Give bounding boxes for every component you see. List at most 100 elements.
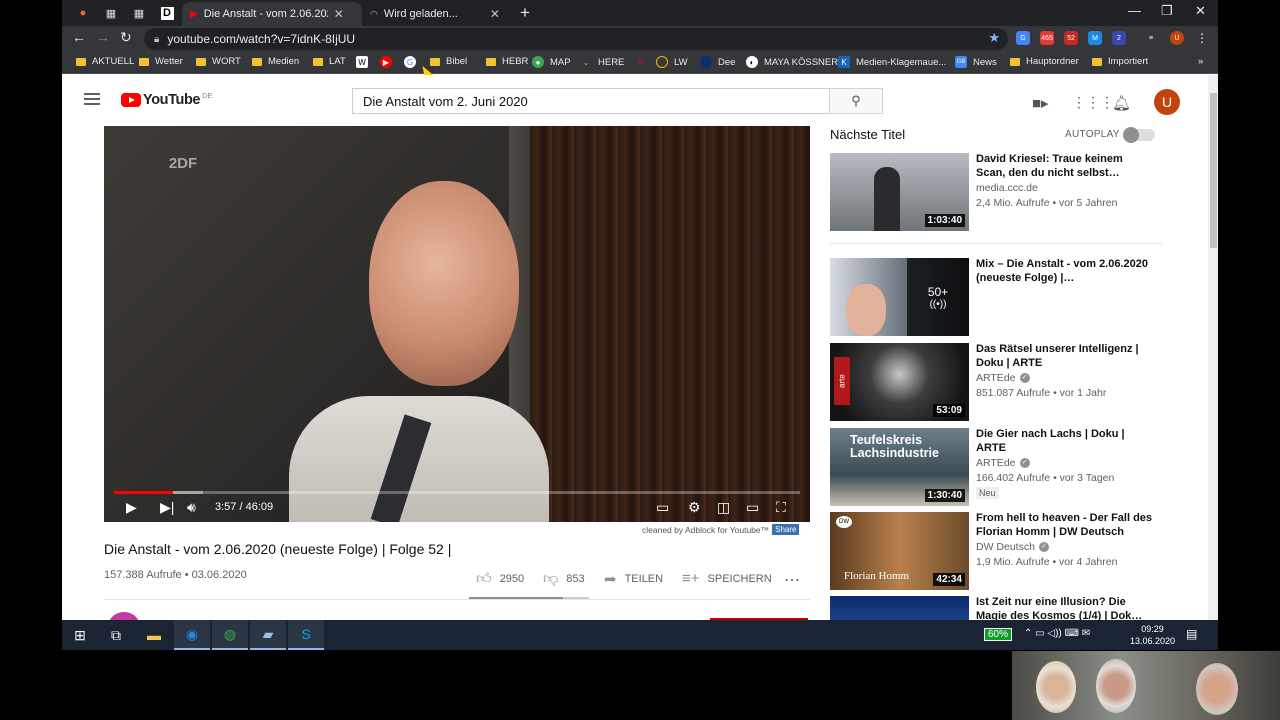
video-thumbnail[interactable]: Teufelskreis Lachsindustrie 1:30:40 <box>830 428 969 506</box>
miniplayer-icon[interactable]: ◫ <box>717 499 730 516</box>
notifications-bell-icon[interactable]: 🔔︎ <box>1112 94 1131 112</box>
apps-grid-icon[interactable]: ⋮⋮⋮ <box>1072 94 1114 111</box>
pinned-tab-3[interactable]: ▦ <box>128 4 150 22</box>
bookmark-item[interactable]: HEBR <box>486 56 528 67</box>
avatar[interactable]: U <box>1154 89 1180 115</box>
bookmark-star-icon[interactable]: ★ <box>988 30 1000 46</box>
video-thumbnail[interactable]: DW Florian Homm 42:34 <box>830 512 969 590</box>
bookmark-item[interactable]: AKTUELL <box>76 56 134 67</box>
notification-center-icon[interactable]: ▤ <box>1186 627 1197 641</box>
extension-badge-icon[interactable]: 465 <box>1040 31 1054 45</box>
progress-bar[interactable] <box>114 491 800 494</box>
bookmark-item[interactable]: G <box>404 56 422 68</box>
address-bar[interactable]: 🔒︎ youtube.com/watch?v=7idnK-8IjUU ★ <box>144 28 1008 50</box>
maximize-icon[interactable]: ❐ <box>1161 3 1173 19</box>
more-actions-icon[interactable]: ⋯ <box>784 570 800 590</box>
reading-list-icon[interactable]: ≡ <box>1144 31 1158 45</box>
recommendation-item[interactable]: DW Florian Homm 42:34 From hell to heave… <box>830 512 1160 592</box>
bookmark-item[interactable]: LAT <box>313 56 346 67</box>
bookmark-item[interactable]: Bibel <box>430 56 467 67</box>
youtube-logo[interactable]: YouTube DE <box>121 91 213 108</box>
dislike-button[interactable]: 👎︎ 853 <box>543 570 585 588</box>
adblock-share-button[interactable]: Share <box>772 524 800 535</box>
forward-icon[interactable]: → <box>96 29 110 45</box>
video-thumbnail[interactable] <box>830 596 969 620</box>
pinned-tab-1[interactable]: ● <box>72 4 94 22</box>
video-thumbnail[interactable]: 50+ ((•)) <box>830 258 969 336</box>
hamburger-menu-icon[interactable] <box>84 93 100 105</box>
recommendation-title[interactable]: Das Rätsel unserer Intelligenz | Doku | … <box>976 343 1154 370</box>
theater-mode-icon[interactable]: ▭ <box>746 499 759 516</box>
chrome-icon[interactable]: ◍ <box>212 620 248 650</box>
video-thumbnail[interactable]: arte 53:09 <box>830 343 969 421</box>
close-tab-icon[interactable]: ✕ <box>490 7 500 21</box>
bookmark-item[interactable]: N <box>635 56 653 68</box>
profile-icon[interactable]: U <box>1170 31 1184 45</box>
channel-name[interactable]: ARTEde ✓ <box>976 457 1030 469</box>
channel-name[interactable]: ARTEde ✓ <box>976 372 1030 384</box>
notes-app-icon[interactable]: ▰ <box>250 620 286 650</box>
recommendation-item[interactable]: Teufelskreis Lachsindustrie 1:30:40 Die … <box>830 428 1160 508</box>
minimize-icon[interactable]: — <box>1128 3 1141 18</box>
settings-gear-icon[interactable]: ⚙ <box>688 499 701 516</box>
extension-icon[interactable]: 2 <box>1112 31 1126 45</box>
close-tab-icon[interactable]: ✕ <box>334 7 344 21</box>
search-input[interactable]: Die Anstalt vom 2. Juni 2020 <box>352 88 830 114</box>
bookmark-item[interactable]: ● MAP <box>532 56 571 68</box>
bookmark-item[interactable]: WORT <box>196 56 241 67</box>
subtitles-icon[interactable]: ▭ <box>656 499 669 516</box>
video-player[interactable]: 2DF ▶ ▶| 🔊︎ 3:57 / 46:09 ▭ ⚙ ◫ ▭ ⛶ <box>104 126 810 522</box>
tab-youtube[interactable]: ▶ Die Anstalt - vom 2.06.2020 (neu ✕ <box>182 2 362 26</box>
recommendation-title[interactable]: Mix – Die Anstalt - vom 2.06.2020 (neues… <box>976 258 1154 285</box>
bookmark-item[interactable]: Dee <box>700 56 735 68</box>
recommendation-title[interactable]: From hell to heaven - Der Fall des Flori… <box>976 512 1154 539</box>
like-button[interactable]: 👍︎ 2950 <box>476 570 524 588</box>
close-window-icon[interactable]: ✕ <box>1195 3 1206 19</box>
file-explorer-icon[interactable]: ▬ <box>136 620 172 650</box>
back-icon[interactable]: ← <box>72 29 86 45</box>
search-button[interactable]: ⚲ <box>829 88 883 114</box>
extension-badge-icon[interactable]: 52 <box>1064 31 1078 45</box>
bookmark-item[interactable]: ◐ MAYA KÖSSNER <box>746 56 838 68</box>
save-button[interactable]: ≡+ SPEICHERN <box>682 570 772 587</box>
bookmark-item[interactable]: Medien <box>252 56 299 67</box>
page-scrollbar[interactable] <box>1208 75 1218 620</box>
recommendation-title[interactable]: Die Gier nach Lachs | Doku | ARTE <box>976 428 1154 455</box>
pinned-tab-4[interactable]: D <box>156 4 178 22</box>
recommendation-item[interactable]: 50+ ((•)) Mix – Die Anstalt - vom 2.06.2… <box>830 258 1160 338</box>
bookmark-item[interactable]: LW <box>656 56 688 68</box>
skype-icon[interactable]: S <box>288 620 324 650</box>
new-tab-icon[interactable]: + <box>520 3 530 23</box>
recommendation-item[interactable]: 1:03:40 David Kriesel: Traue keinem Scan… <box>830 153 1160 233</box>
bookmark-item[interactable]: Wetter <box>139 56 183 67</box>
task-view-icon[interactable]: ⧉ <box>98 620 134 650</box>
volume-icon[interactable]: 🔊︎ <box>187 499 196 516</box>
bookmark-item[interactable]: Hauptordner <box>1010 56 1079 67</box>
tray-icons[interactable]: ⌃ ▭ ◁)) ⌨ ✉ <box>1024 628 1090 639</box>
extension-icon[interactable]: M <box>1088 31 1102 45</box>
system-clock[interactable]: 09:29 13.06.2020 <box>1130 623 1175 647</box>
tab-loading[interactable]: ◠ Wird geladen... ✕ <box>362 2 512 26</box>
reload-icon[interactable]: ↻ <box>120 29 132 46</box>
fullscreen-icon[interactable]: ⛶ <box>776 499 786 516</box>
next-icon[interactable]: ▶| <box>160 499 174 516</box>
recommendation-item[interactable]: Ist Zeit nur eine Illusion? Die Magie de… <box>830 596 1160 620</box>
bookmark-item[interactable]: ⌄ HERE <box>580 56 625 68</box>
share-button[interactable]: ➦ TEILEN <box>604 570 663 588</box>
windows-start-icon[interactable]: ⊞ <box>62 620 98 650</box>
menu-dots-icon[interactable]: ⋮ <box>1195 31 1209 45</box>
battery-indicator[interactable]: 60% <box>984 628 1013 641</box>
bookmark-item[interactable]: ▶ <box>380 56 398 68</box>
recommendation-title[interactable]: David Kriesel: Traue keinem Scan, den du… <box>976 153 1154 180</box>
bookmark-item[interactable]: K Medien-Klagemaue... <box>838 56 946 68</box>
recommendation-item[interactable]: arte 53:09 Das Rätsel unserer Intelligen… <box>830 343 1160 423</box>
translate-icon[interactable]: G <box>1016 31 1030 45</box>
create-video-icon[interactable]: ■▸ <box>1032 94 1049 112</box>
play-icon[interactable]: ▶ <box>126 499 137 516</box>
bookmark-item[interactable]: Importiert <box>1092 56 1148 67</box>
more-bookmarks-icon[interactable]: » <box>1198 56 1203 67</box>
recommendation-title[interactable]: Ist Zeit nur eine Illusion? Die Magie de… <box>976 596 1154 620</box>
channel-name[interactable]: media.ccc.de <box>976 182 1038 194</box>
scrollbar-thumb[interactable] <box>1210 93 1217 248</box>
channel-name[interactable]: DW Deutsch ✓ <box>976 541 1049 553</box>
